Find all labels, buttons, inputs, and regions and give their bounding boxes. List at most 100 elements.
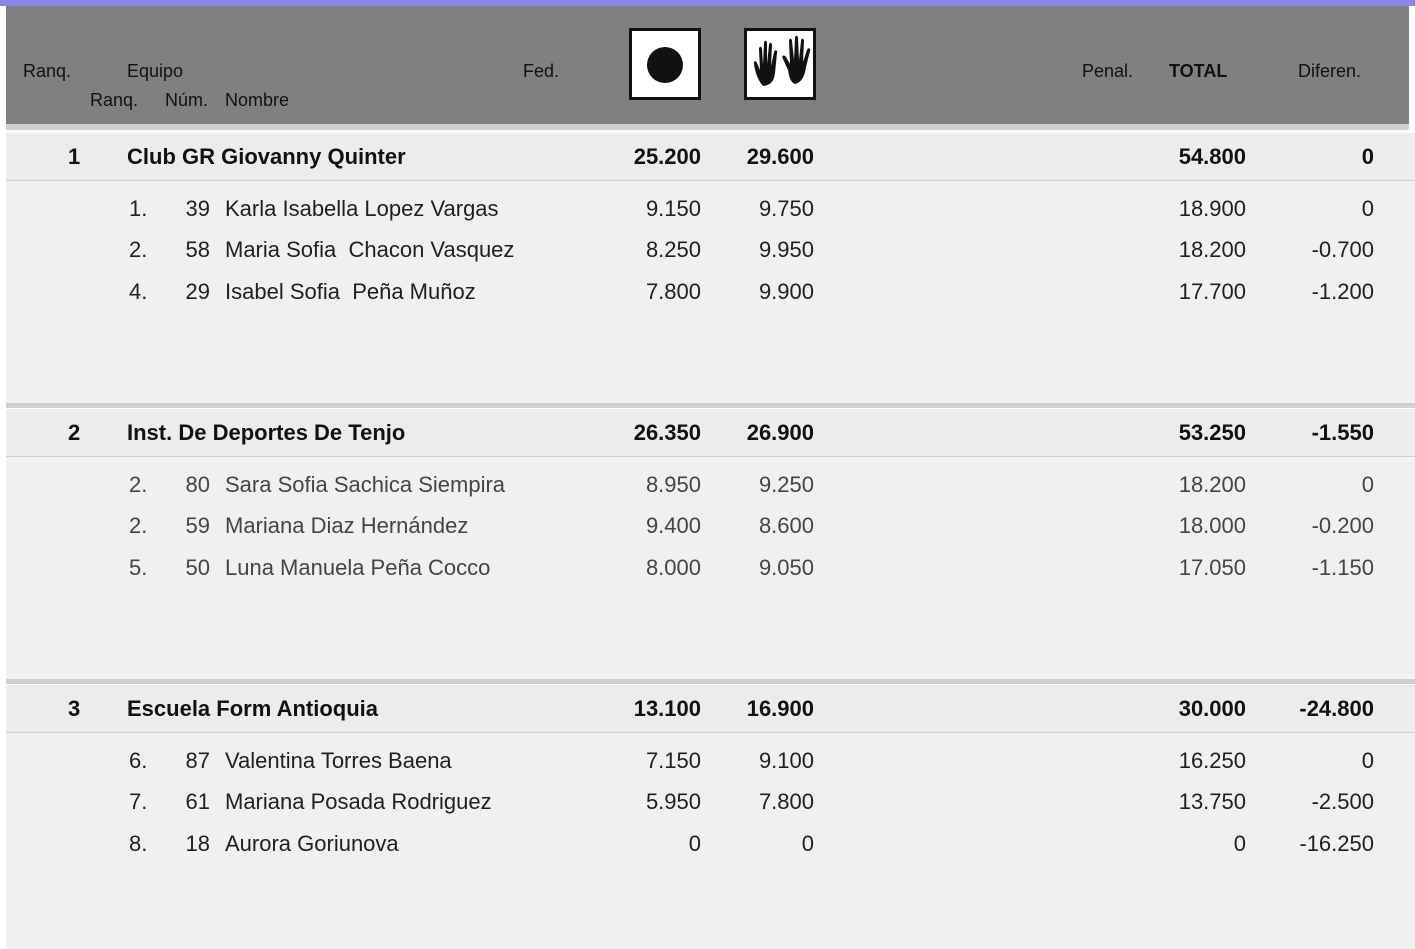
- team-divider: [6, 679, 1415, 684]
- header-total: TOTAL: [1169, 61, 1228, 81]
- member-ball-score: 8.950: [645, 472, 701, 497]
- team-ball-score: 26.350: [633, 420, 701, 445]
- member-diff: 0: [1361, 196, 1374, 221]
- team-name: Club GR Giovanny Quinter: [127, 144, 406, 169]
- team-members: 6. 87 Valentina Torres Baena 7.150 9.100…: [6, 733, 1415, 949]
- member-diff: -1.200: [1311, 279, 1374, 304]
- member-ball-score: 8.000: [645, 555, 701, 580]
- list-item: 2. 58 Maria Sofia Chacon Vasquez 8.250 9…: [6, 229, 1415, 271]
- team-ball-score: 25.200: [633, 144, 701, 169]
- member-rank: 1.: [129, 196, 148, 221]
- list-item: 4. 29 Isabel Sofia Peña Muñoz 7.800 9.90…: [6, 271, 1415, 313]
- member-hands-score: 9.050: [758, 555, 814, 580]
- member-ball-score: 7.800: [645, 279, 701, 304]
- team-name: Inst. De Deportes De Tenjo: [127, 420, 406, 445]
- member-total: 0: [1233, 831, 1246, 856]
- ball-icon: [629, 28, 701, 100]
- member-rank: 5.: [129, 555, 148, 580]
- list-item: 2. 59 Mariana Diaz Hernández 9.400 8.600…: [6, 505, 1415, 547]
- member-diff: -2.500: [1311, 789, 1374, 814]
- team-hands-score: 16.900: [746, 696, 814, 721]
- team-ball-score: 13.100: [633, 696, 701, 721]
- member-total: 17.050: [1178, 555, 1246, 580]
- member-diff: 0: [1361, 748, 1374, 773]
- team-name: Escuela Form Antioquia: [127, 696, 379, 721]
- header-num: Núm.: [165, 90, 209, 110]
- header-nombre: Nombre: [225, 90, 290, 110]
- team-total: 53.250: [1178, 420, 1246, 445]
- hands-icon: [744, 28, 816, 100]
- member-diff: -0.200: [1311, 513, 1374, 538]
- team-row: 1 Club GR Giovanny Quinter 25.200 29.600…: [6, 133, 1415, 181]
- member-hands-score: 9.250: [758, 472, 814, 497]
- member-name: Isabel Sofia Peña Muñoz: [225, 279, 476, 304]
- list-item: 7. 61 Mariana Posada Rodriguez 5.950 7.8…: [6, 781, 1415, 823]
- member-name: Sara Sofia Sachica Siempira: [225, 472, 506, 497]
- member-hands-score: 7.800: [758, 789, 814, 814]
- team-rank: 3: [68, 696, 81, 721]
- list-item: 6. 87 Valentina Torres Baena 7.150 9.100…: [6, 740, 1415, 782]
- header-ranq: Ranq.: [23, 61, 72, 81]
- member-hands-score: 9.900: [758, 279, 814, 304]
- member-num: 18: [185, 831, 210, 856]
- member-hands-score: 8.600: [758, 513, 814, 538]
- member-num: 61: [185, 789, 210, 814]
- list-item: 8. 18 Aurora Goriunova 0 0 0 -16.250: [6, 823, 1415, 865]
- member-name: Maria Sofia Chacon Vasquez: [225, 237, 515, 262]
- member-ball-score: 8.250: [645, 237, 701, 262]
- member-ball-score: 0: [688, 831, 701, 856]
- member-total: 13.750: [1178, 789, 1246, 814]
- header-penal: Penal.: [1082, 61, 1134, 81]
- team-rank: 2: [68, 420, 81, 445]
- team-divider: [6, 403, 1415, 408]
- member-total: 17.700: [1178, 279, 1246, 304]
- member-num: 39: [185, 196, 210, 221]
- member-diff: -0.700: [1311, 237, 1374, 262]
- member-name: Mariana Posada Rodriguez: [225, 789, 492, 814]
- team-total: 54.800: [1178, 144, 1246, 169]
- member-rank: 4.: [129, 279, 148, 304]
- team-row: 2 Inst. De Deportes De Tenjo 26.350 26.9…: [6, 409, 1415, 457]
- member-diff: -1.150: [1311, 555, 1374, 580]
- member-total: 18.000: [1178, 513, 1246, 538]
- member-rank: 2.: [129, 472, 148, 497]
- member-total: 18.200: [1178, 237, 1246, 262]
- header-sub-ranq: Ranq.: [90, 90, 139, 110]
- member-hands-score: 9.100: [758, 748, 814, 773]
- member-total: 16.250: [1178, 748, 1246, 773]
- header-fed: Fed.: [523, 61, 560, 81]
- member-name: Luna Manuela Peña Cocco: [225, 555, 491, 580]
- list-item: 5. 50 Luna Manuela Peña Cocco 8.000 9.05…: [6, 547, 1415, 589]
- member-name: Mariana Diaz Hernández: [225, 513, 469, 538]
- list-item: 1. 39 Karla Isabella Lopez Vargas 9.150 …: [6, 188, 1415, 230]
- member-num: 87: [185, 748, 210, 773]
- member-hands-score: 9.950: [758, 237, 814, 262]
- header-divider: [6, 124, 1409, 130]
- team-diff: 0: [1361, 144, 1374, 169]
- member-rank: 6.: [129, 748, 148, 773]
- member-num: 59: [185, 513, 210, 538]
- team-hands-score: 26.900: [746, 420, 814, 445]
- member-diff: -16.250: [1299, 831, 1374, 856]
- member-total: 18.200: [1178, 472, 1246, 497]
- member-num: 58: [185, 237, 210, 262]
- member-rank: 8.: [129, 831, 148, 856]
- team-members: 2. 80 Sara Sofia Sachica Siempira 8.950 …: [6, 457, 1415, 679]
- member-ball-score: 7.150: [645, 748, 701, 773]
- member-diff: 0: [1361, 472, 1374, 497]
- member-total: 18.900: [1178, 196, 1246, 221]
- team-total: 30.000: [1178, 696, 1246, 721]
- team-diff: -24.800: [1299, 696, 1374, 721]
- header-equipo: Equipo: [127, 61, 184, 81]
- member-ball-score: 9.150: [645, 196, 701, 221]
- member-hands-score: 9.750: [758, 196, 814, 221]
- member-ball-score: 9.400: [645, 513, 701, 538]
- member-num: 80: [185, 472, 210, 497]
- team-row: 3 Escuela Form Antioquia 13.100 16.900 3…: [6, 685, 1415, 733]
- member-rank: 7.: [129, 789, 148, 814]
- member-name: Karla Isabella Lopez Vargas: [225, 196, 499, 221]
- team-diff: -1.550: [1311, 420, 1374, 445]
- member-num: 50: [185, 555, 210, 580]
- member-ball-score: 5.950: [645, 789, 701, 814]
- member-rank: 2.: [129, 513, 148, 538]
